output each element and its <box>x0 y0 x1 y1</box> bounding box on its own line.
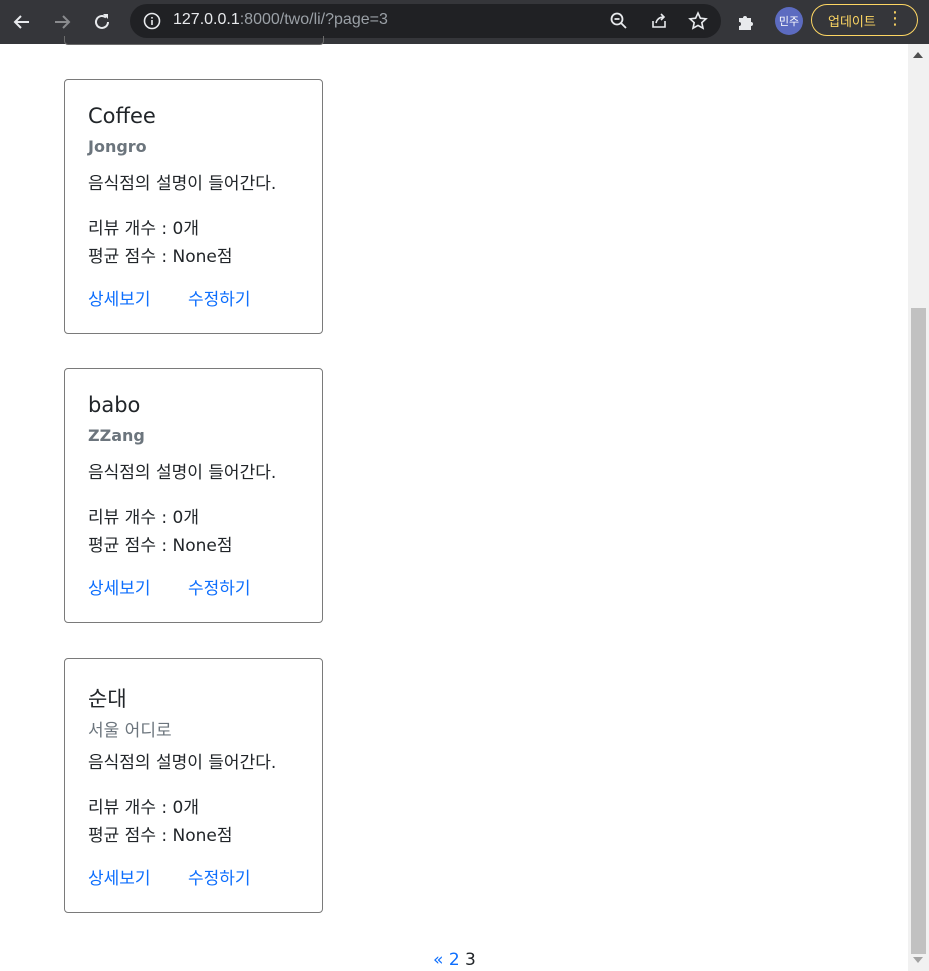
puzzle-icon[interactable] <box>736 11 758 33</box>
update-button[interactable]: 업데이트 ⋮ <box>811 4 918 36</box>
address-bar[interactable]: 127.0.0.1:8000/two/li/?page=3 <box>130 4 721 38</box>
update-label: 업데이트 <box>828 14 876 30</box>
card-subtitle: Jongro <box>88 137 147 156</box>
more-vert-icon: ⋮ <box>886 8 904 29</box>
previous-card-edge <box>64 36 324 45</box>
restaurant-card: 순대 서울 어디로 음식점의 설명이 들어간다. 리뷰 개수 : 0개 평균 점… <box>64 658 323 913</box>
card-subtitle: 서울 어디로 <box>88 721 172 741</box>
restaurant-card: babo ZZang 음식점의 설명이 들어간다. 리뷰 개수 : 0개 평균 … <box>64 368 323 623</box>
card-review-count: 리뷰 개수 : 0개 <box>88 798 199 818</box>
forward-button[interactable] <box>48 8 76 36</box>
scroll-up-arrow-icon[interactable] <box>913 52 923 58</box>
edit-link[interactable]: 수정하기 <box>188 574 251 599</box>
scrollbar-thumb[interactable] <box>911 308 926 954</box>
card-description: 음식점의 설명이 들어간다. <box>88 463 277 483</box>
card-subtitle: ZZang <box>88 426 145 445</box>
info-icon[interactable] <box>142 11 162 31</box>
card-title: babo <box>88 393 141 417</box>
zoom-icon[interactable] <box>609 11 629 31</box>
detail-link[interactable]: 상세보기 <box>88 285 151 310</box>
card-average-score: 평균 점수 : None점 <box>88 536 233 556</box>
profile-avatar[interactable]: 민주 <box>775 7 803 35</box>
card-review-count: 리뷰 개수 : 0개 <box>88 219 199 239</box>
arrow-left-icon <box>13 15 29 29</box>
card-average-score: 평균 점수 : None점 <box>88 826 233 846</box>
card-description: 음식점의 설명이 들어간다. <box>88 174 277 194</box>
edit-link[interactable]: 수정하기 <box>188 864 251 889</box>
back-button[interactable] <box>8 8 36 36</box>
star-icon[interactable] <box>688 11 708 31</box>
url-path: :8000/two/li/?page=3 <box>239 11 388 28</box>
card-review-count: 리뷰 개수 : 0개 <box>88 508 199 528</box>
prev-page-link[interactable]: « <box>433 950 443 970</box>
pagination: « 2 3 <box>433 950 476 970</box>
card-title: 순대 <box>88 687 127 711</box>
restaurant-card: Coffee Jongro 음식점의 설명이 들어간다. 리뷰 개수 : 0개 … <box>64 79 323 334</box>
page-link-2[interactable]: 2 <box>449 950 460 970</box>
arrow-right-icon <box>55 15 71 29</box>
detail-link[interactable]: 상세보기 <box>88 574 151 599</box>
reload-icon <box>95 14 109 29</box>
reload-button[interactable] <box>88 8 116 36</box>
current-page: 3 <box>465 950 476 970</box>
card-title: Coffee <box>88 104 156 128</box>
vertical-scrollbar[interactable] <box>908 44 929 971</box>
edit-link[interactable]: 수정하기 <box>188 285 251 310</box>
detail-link[interactable]: 상세보기 <box>88 864 151 889</box>
scroll-down-arrow-icon[interactable] <box>913 957 923 963</box>
url-host: 127.0.0.1 <box>173 11 240 28</box>
url-text[interactable]: 127.0.0.1:8000/two/li/?page=3 <box>173 11 388 29</box>
card-description: 음식점의 설명이 들어간다. <box>88 753 277 773</box>
card-average-score: 평균 점수 : None점 <box>88 247 233 267</box>
share-icon[interactable] <box>649 11 669 31</box>
